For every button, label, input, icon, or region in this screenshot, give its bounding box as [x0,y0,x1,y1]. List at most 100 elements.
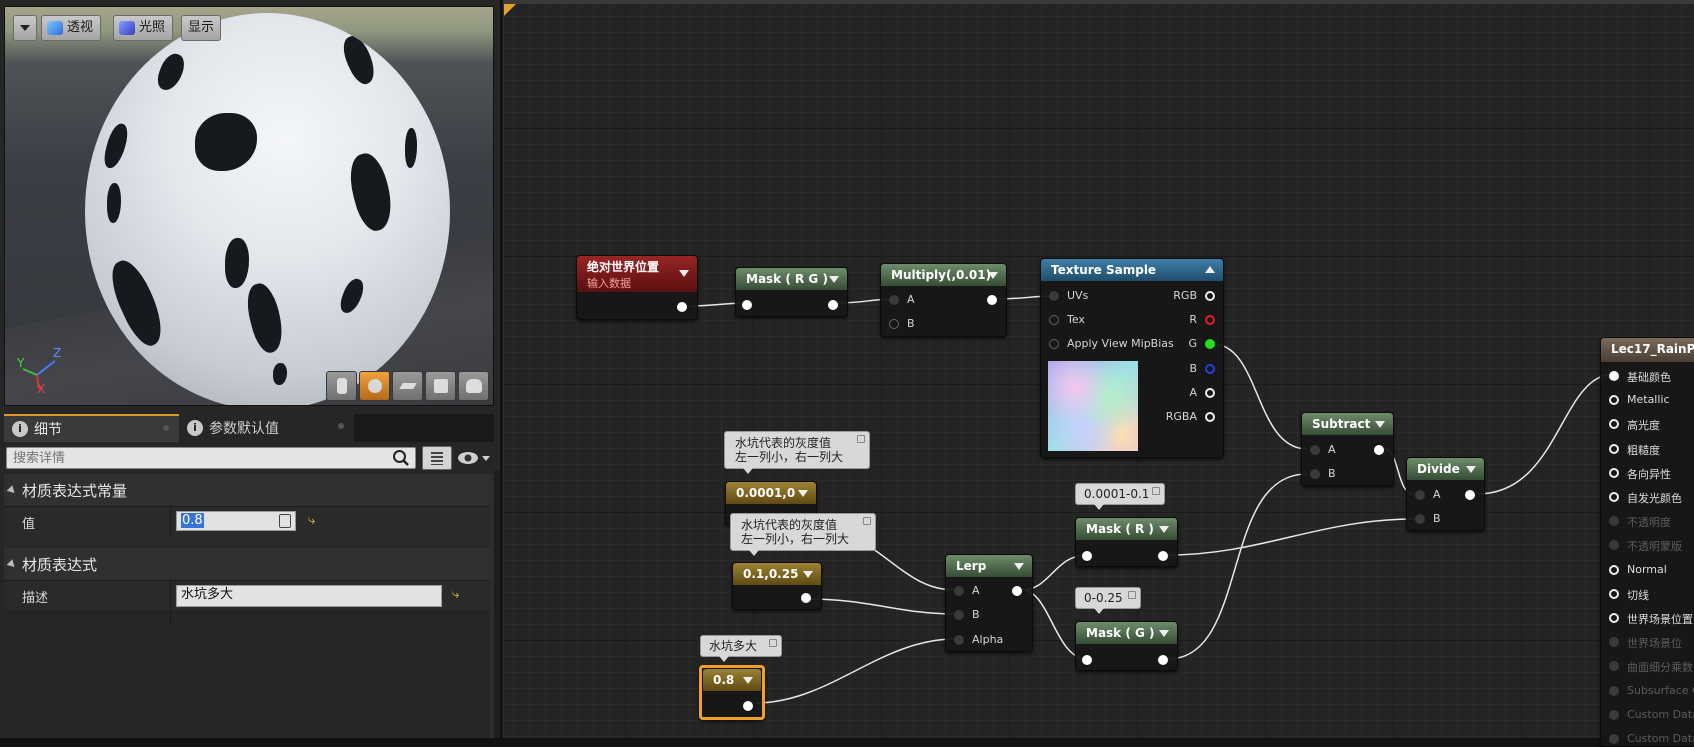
result-input-label: Custom Data [1627,732,1694,745]
description-input[interactable]: 水坑多大 [176,585,442,607]
cylinder-icon[interactable] [326,371,357,401]
result-input-label: 高光度 [1627,419,1660,433]
result-input-pin[interactable] [1609,588,1619,599]
material-preview-viewport[interactable]: 透视 光照 显示 Z Y X [4,6,494,406]
output-pin-rgba[interactable] [1205,412,1215,422]
mask-g-node[interactable]: Mask ( G ) [1075,621,1178,671]
output-pin[interactable] [1158,655,1168,665]
output-pin-r[interactable] [1205,315,1215,325]
left-panel: 透视 光照 显示 Z Y X i 细节 i 参数默认值 搜索详情 材质表达式常量… [0,0,500,738]
subtract-node[interactable]: Subtract A B [1301,412,1394,486]
drag-handle-icon[interactable] [279,514,291,528]
texture-sample-node[interactable]: Texture Sample UVs Tex Apply View MipBia… [1040,258,1224,458]
texture-thumbnail [1048,361,1138,451]
absolute-world-position-node[interactable]: 绝对世界位置 输入数据 [576,255,698,320]
search-details-input[interactable] [6,447,416,469]
result-input-pin[interactable] [1609,661,1619,672]
output-pin[interactable] [828,300,838,310]
input-pin-tex[interactable] [1049,315,1059,325]
result-input-pin[interactable] [1609,709,1619,720]
result-input-pin[interactable] [1609,395,1619,406]
result-input-pin[interactable] [1609,443,1619,454]
comment-bubble-mask-r: 0.0001-0.1 [1075,483,1165,510]
constant-0.1-0.25-node[interactable]: 0.1,0.25 [732,562,822,610]
show-button[interactable]: 显示 [181,15,222,41]
preview-sphere [85,13,450,405]
result-input-pin[interactable] [1609,467,1619,478]
result-input-pin[interactable] [1609,685,1619,696]
teapot-icon[interactable] [458,371,489,401]
cube-icon[interactable] [425,371,456,401]
panel-splitter[interactable] [494,470,500,738]
result-input-pin[interactable] [1609,371,1619,381]
output-pin[interactable] [743,701,753,711]
viewport-options-dropdown[interactable] [13,15,37,41]
output-pin-g[interactable] [1205,339,1215,349]
input-pin-alpha[interactable] [954,635,964,645]
output-pin[interactable] [1012,586,1022,596]
result-input-pin[interactable] [1609,540,1619,551]
result-input-pin[interactable] [1609,492,1619,502]
input-pin-a[interactable] [1415,490,1425,500]
result-input-pin[interactable] [1609,564,1619,575]
section-material-expression-constant[interactable]: 材质表达式常量 [4,474,494,506]
tab-details[interactable]: i 细节 [4,414,179,442]
input-pin-a[interactable] [1310,445,1320,455]
input-pin[interactable] [742,300,752,310]
pin-label: Alpha [972,633,1004,646]
node-title: 0.1,0.25 [743,567,799,581]
result-input-pin[interactable] [1609,734,1619,744]
perspective-button[interactable]: 透视 [41,15,102,41]
description-text: 水坑多大 [181,587,234,602]
output-pin[interactable] [677,302,687,312]
output-pin[interactable] [801,593,811,603]
view-options-button[interactable] [422,446,452,470]
input-pin-mipbias[interactable] [1049,339,1059,349]
input-pin-a[interactable] [954,586,964,596]
output-pin[interactable] [987,295,997,305]
result-input-pin[interactable] [1609,613,1619,623]
input-pin-uvs[interactable] [1049,291,1059,301]
plane-icon[interactable] [392,371,423,401]
comment-line: 水坑代表的灰度值 [735,436,832,450]
reset-to-default-icon[interactable]: ⤷ [308,514,322,527]
output-pin[interactable] [1374,445,1384,455]
input-pin[interactable] [1082,655,1092,665]
details-tabbar: i 细节 i 参数默认值 [4,414,494,442]
result-input-pin[interactable] [1609,516,1619,527]
result-input-pin[interactable] [1609,419,1619,430]
output-pin[interactable] [1465,490,1475,500]
result-input-pin[interactable] [1609,637,1619,648]
output-pin[interactable] [1158,551,1168,561]
lerp-node[interactable]: Lerp A B Alpha [945,554,1033,652]
tab-close-icon[interactable] [338,423,344,429]
comment-bubble-mask-g: 0-0.25 [1075,587,1141,614]
constant-0.8-node[interactable]: 0.8 [699,665,765,720]
input-pin-b[interactable] [1415,514,1425,524]
value-input[interactable]: 0.8 [176,511,296,531]
material-result-node[interactable]: Lec17_RainPu 基础颜色 Metallic 高光度粗糙度各向异性自发光颜色… [1600,337,1694,747]
input-pin-b[interactable] [889,319,899,329]
info-icon: i [187,420,203,436]
section-material-expression[interactable]: 材质表达式 [4,548,494,580]
input-pin-b[interactable] [1310,469,1320,479]
output-pin-a[interactable] [1205,388,1215,398]
tab-parameter-defaults-label: 参数默认值 [209,421,279,437]
tab-close-icon[interactable] [163,425,169,431]
visibility-filter-button[interactable] [456,448,494,468]
reset-to-default-icon[interactable]: ⤷ [452,588,466,601]
divide-node[interactable]: Divide A B [1406,457,1485,531]
tab-parameter-defaults[interactable]: i 参数默认值 [179,414,354,442]
input-pin[interactable] [1082,551,1092,561]
mask-rg-node[interactable]: Mask ( R G ) [735,267,848,317]
mask-r-node[interactable]: Mask ( R ) [1075,517,1178,567]
details-search-row [4,446,494,472]
output-pin-b[interactable] [1205,364,1215,374]
output-pin-rgb[interactable] [1205,291,1215,301]
input-pin-a[interactable] [889,295,899,305]
lighting-button[interactable]: 光照 [113,15,174,41]
sphere-icon[interactable] [359,371,390,401]
value-text: 0.8 [181,513,204,528]
multiply-node[interactable]: Multiply(,0.01) A B [880,263,1007,337]
input-pin-b[interactable] [954,610,964,620]
